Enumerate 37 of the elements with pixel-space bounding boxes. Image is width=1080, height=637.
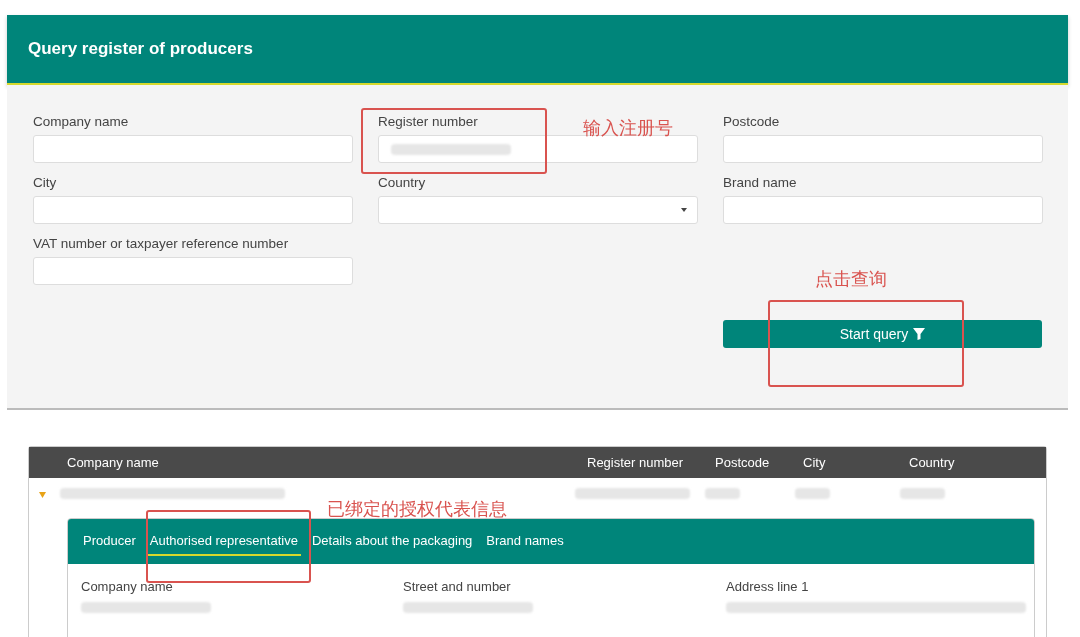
column-header: City	[803, 455, 827, 470]
tab[interactable]: Authorised representative	[146, 527, 301, 556]
annotation-text: 输入注册号	[583, 117, 673, 140]
caret-icon	[681, 208, 687, 212]
field-label: VAT number or taxpayer reference number	[33, 236, 289, 252]
field-label: Country	[378, 175, 426, 191]
input-field[interactable]	[33, 257, 353, 285]
column-header: Company name	[67, 455, 160, 470]
tab[interactable]: Producer	[80, 527, 139, 556]
annotation-text: 点击查询	[815, 268, 887, 291]
filter-icon	[913, 328, 926, 340]
field-label: Postcode	[723, 114, 780, 130]
field-label: Company name	[33, 114, 129, 130]
field-label: Register number	[378, 114, 478, 130]
input-field[interactable]	[378, 135, 698, 163]
annotation-text: 已绑定的授权代表信息	[327, 498, 507, 521]
detail-label: Address line 1	[726, 579, 810, 594]
column-header: Postcode	[715, 455, 771, 470]
field-label: Brand name	[723, 175, 797, 191]
tab[interactable]: Brand names	[483, 527, 567, 556]
input-field[interactable]	[33, 135, 353, 163]
start-query-button[interactable]: Start query	[723, 320, 1042, 348]
tab[interactable]: Details about the packaging	[308, 527, 476, 556]
input-field[interactable]	[723, 135, 1043, 163]
page-title: Query register of producers	[28, 39, 253, 59]
redacted-value	[795, 488, 830, 499]
expand-caret-icon[interactable]	[39, 492, 46, 498]
detail-label: Company name	[81, 579, 174, 594]
column-header: Register number	[587, 455, 685, 470]
detail-label: Street and number	[403, 579, 512, 594]
country-dropdown[interactable]	[378, 196, 698, 224]
redacted-value	[900, 488, 945, 499]
column-header: Country	[909, 455, 955, 470]
input-field[interactable]	[723, 196, 1043, 224]
redacted-value	[705, 488, 740, 499]
input-field[interactable]	[33, 196, 353, 224]
field-label: City	[33, 175, 57, 191]
